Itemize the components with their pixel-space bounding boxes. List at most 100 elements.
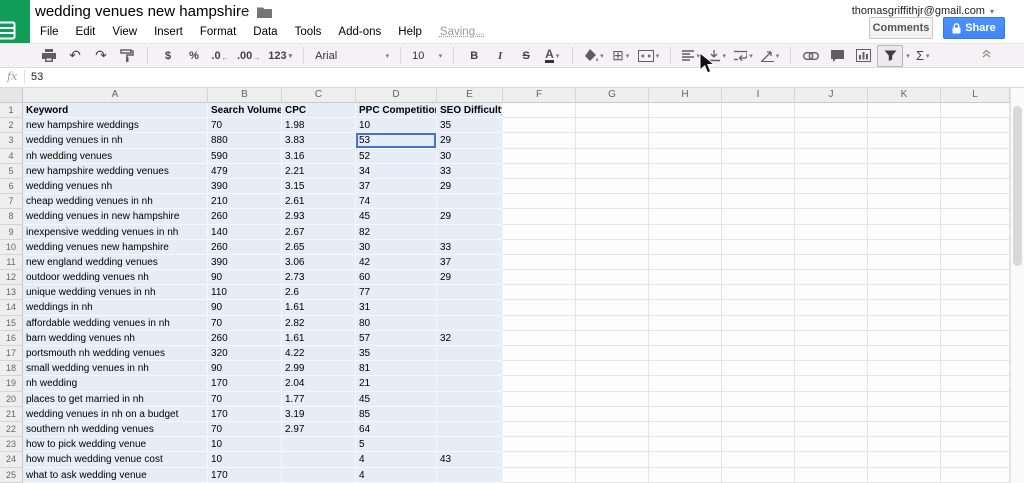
cell-L6[interactable] — [941, 179, 1010, 194]
cell-H10[interactable] — [649, 240, 722, 255]
fill-color-button[interactable]: ▾ — [581, 46, 607, 66]
cell-F13[interactable] — [503, 285, 576, 300]
cell-C22[interactable]: 2.97 — [282, 422, 356, 437]
cell-H13[interactable] — [649, 285, 722, 300]
cell-G8[interactable] — [576, 209, 649, 224]
row-header-3[interactable]: 3 — [0, 133, 23, 148]
cell-H1[interactable] — [649, 103, 722, 118]
row-header-1[interactable]: 1 — [0, 103, 23, 118]
cell-I1[interactable] — [722, 103, 795, 118]
cell-C20[interactable]: 1.77 — [282, 392, 356, 407]
cell-I10[interactable] — [722, 240, 795, 255]
cell-K24[interactable] — [868, 452, 941, 467]
cell-G18[interactable] — [576, 361, 649, 376]
column-header-H[interactable]: H — [649, 88, 722, 103]
cell-D11[interactable]: 42 — [356, 255, 437, 270]
cell-K23[interactable] — [868, 437, 941, 452]
cell-B16[interactable]: 260 — [208, 331, 282, 346]
cell-C5[interactable]: 2.21 — [282, 164, 356, 179]
cell-A12[interactable]: outdoor wedding venues nh — [23, 270, 208, 285]
cell-G14[interactable] — [576, 300, 649, 315]
cell-D17[interactable]: 35 — [356, 346, 437, 361]
formula-input[interactable]: 53 — [31, 71, 43, 83]
cell-D9[interactable]: 82 — [356, 225, 437, 240]
cell-G3[interactable] — [576, 133, 649, 148]
text-color-button[interactable]: A▾ — [540, 46, 564, 66]
cell-E5[interactable]: 33 — [437, 164, 503, 179]
cell-I13[interactable] — [722, 285, 795, 300]
cell-E4[interactable]: 30 — [437, 149, 503, 164]
cell-L18[interactable] — [941, 361, 1010, 376]
cell-J6[interactable] — [795, 179, 868, 194]
cell-C6[interactable]: 3.15 — [282, 179, 356, 194]
insert-comment-icon[interactable] — [825, 46, 849, 66]
cell-J17[interactable] — [795, 346, 868, 361]
cell-E14[interactable] — [437, 300, 503, 315]
cell-J1[interactable] — [795, 103, 868, 118]
cell-L14[interactable] — [941, 300, 1010, 315]
cell-E1[interactable]: SEO Difficulty — [437, 103, 503, 118]
undo-icon[interactable]: ↶ — [63, 46, 87, 66]
cell-C3[interactable]: 3.83 — [282, 133, 356, 148]
cell-K2[interactable] — [868, 118, 941, 133]
cell-K12[interactable] — [868, 270, 941, 285]
cell-F17[interactable] — [503, 346, 576, 361]
cell-L1[interactable] — [941, 103, 1010, 118]
cell-F5[interactable] — [503, 164, 576, 179]
cell-B25[interactable]: 170 — [208, 468, 282, 483]
cell-J22[interactable] — [795, 422, 868, 437]
row-header-12[interactable]: 12 — [0, 270, 23, 285]
cell-E15[interactable] — [437, 316, 503, 331]
cell-D3[interactable]: 53 — [356, 133, 437, 148]
bold-button[interactable]: B — [462, 46, 486, 66]
cell-D25[interactable]: 4 — [356, 468, 437, 483]
cell-K21[interactable] — [868, 407, 941, 422]
cell-F12[interactable] — [503, 270, 576, 285]
cell-L4[interactable] — [941, 149, 1010, 164]
cell-G5[interactable] — [576, 164, 649, 179]
cell-I11[interactable] — [722, 255, 795, 270]
cell-B6[interactable]: 390 — [208, 179, 282, 194]
cell-A8[interactable]: wedding venues in new hampshire — [23, 209, 208, 224]
cell-F11[interactable] — [503, 255, 576, 270]
cell-F24[interactable] — [503, 452, 576, 467]
cell-G20[interactable] — [576, 392, 649, 407]
cell-K20[interactable] — [868, 392, 941, 407]
cell-C21[interactable]: 3.19 — [282, 407, 356, 422]
column-header-J[interactable]: J — [795, 88, 868, 103]
cell-B21[interactable]: 170 — [208, 407, 282, 422]
cell-E20[interactable] — [437, 392, 503, 407]
cell-H21[interactable] — [649, 407, 722, 422]
cell-I25[interactable] — [722, 468, 795, 483]
cell-D2[interactable]: 10 — [356, 118, 437, 133]
row-header-25[interactable]: 25 — [0, 468, 23, 483]
cell-I17[interactable] — [722, 346, 795, 361]
row-header-21[interactable]: 21 — [0, 407, 23, 422]
cell-C13[interactable]: 2.6 — [282, 285, 356, 300]
cell-A21[interactable]: wedding venues in nh on a budget — [23, 407, 208, 422]
row-header-18[interactable]: 18 — [0, 361, 23, 376]
cell-J9[interactable] — [795, 225, 868, 240]
cell-I6[interactable] — [722, 179, 795, 194]
cell-L17[interactable] — [941, 346, 1010, 361]
cell-J8[interactable] — [795, 209, 868, 224]
cell-H14[interactable] — [649, 300, 722, 315]
cell-B9[interactable]: 140 — [208, 225, 282, 240]
cell-C23[interactable] — [282, 437, 356, 452]
row-header-9[interactable]: 9 — [0, 225, 23, 240]
cell-A18[interactable]: small wedding venues in nh — [23, 361, 208, 376]
insert-chart-icon[interactable] — [851, 46, 875, 66]
cell-E18[interactable] — [437, 361, 503, 376]
cell-A17[interactable]: portsmouth nh wedding venues — [23, 346, 208, 361]
currency-format-button[interactable]: $ — [156, 46, 180, 66]
cell-B7[interactable]: 210 — [208, 194, 282, 209]
cell-E24[interactable]: 43 — [437, 452, 503, 467]
cell-E6[interactable]: 29 — [437, 179, 503, 194]
cell-J25[interactable] — [795, 468, 868, 483]
cell-K3[interactable] — [868, 133, 941, 148]
cell-C25[interactable] — [282, 468, 356, 483]
cell-D4[interactable]: 52 — [356, 149, 437, 164]
cell-E8[interactable]: 29 — [437, 209, 503, 224]
cell-K10[interactable] — [868, 240, 941, 255]
cell-B8[interactable]: 260 — [208, 209, 282, 224]
